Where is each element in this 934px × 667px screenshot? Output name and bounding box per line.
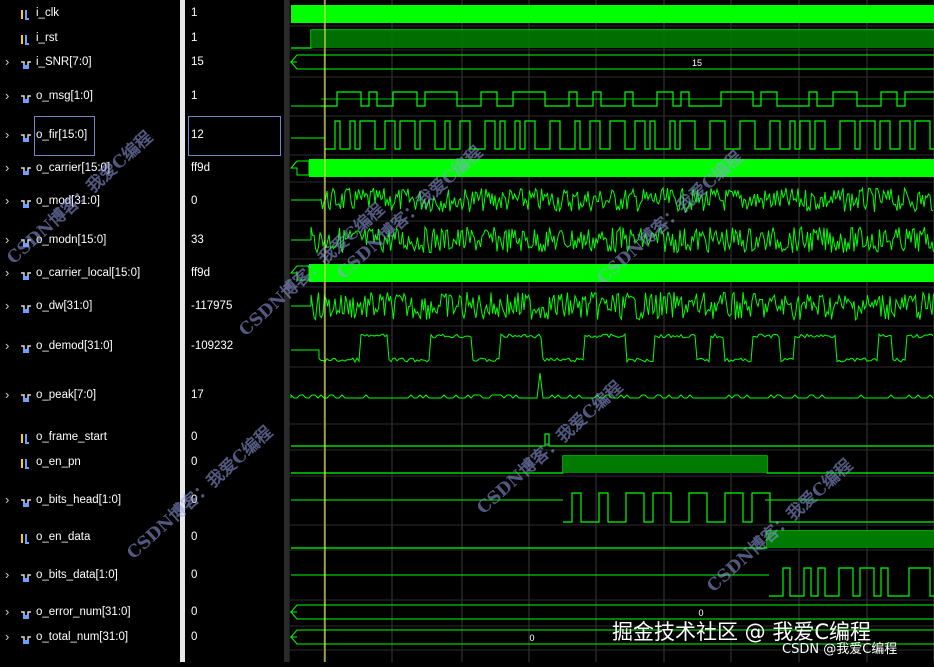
bus-signal-icon	[20, 632, 31, 644]
signal-name-label: o_bits_head[1:0]	[36, 494, 122, 506]
signal-name-label: i_clk	[36, 7, 60, 19]
wave-o_demod	[291, 332, 934, 364]
signal-value: 1	[191, 7, 198, 19]
signal-row-16[interactable]: › o_bits_data[1:0]	[0, 565, 180, 585]
bus-signal-icon	[20, 607, 31, 619]
expand-chevron-icon[interactable]: ›	[5, 263, 9, 283]
bus-signal-icon	[20, 130, 31, 142]
wave-i_SNR	[289, 54, 934, 70]
signal-row-12[interactable]: o_frame_start	[0, 427, 180, 447]
expand-chevron-icon[interactable]: ›	[5, 602, 9, 622]
signal-row-8[interactable]: › o_carrier_local[15:0]	[0, 263, 180, 283]
signal-row-10[interactable]: › o_demod[31:0]	[0, 336, 180, 356]
expand-chevron-icon[interactable]: ›	[5, 490, 9, 510]
signal-row-0[interactable]: i_clk	[0, 3, 180, 23]
signal-name-label: o_carrier_local[15:0]	[36, 267, 141, 279]
signal-name-label: i_SNR[7:0]	[36, 56, 92, 68]
signal-name-label: i_rst	[36, 32, 58, 44]
expand-chevron-icon[interactable]: ›	[5, 627, 9, 647]
bus-signal-icon	[20, 268, 31, 280]
waveform-panel[interactable]: 15 0 0	[288, 0, 934, 662]
bit-signal-icon	[20, 8, 30, 20]
wave-o_carrier	[309, 159, 934, 177]
expand-chevron-icon[interactable]: ›	[5, 336, 9, 356]
signal-value: 0	[191, 531, 198, 543]
signal-value: -109232	[191, 340, 234, 352]
signal-name-label: o_en_data	[36, 531, 91, 543]
bus-signal-icon	[20, 91, 31, 103]
signal-name-label: o_demod[31:0]	[36, 340, 113, 352]
expand-chevron-icon[interactable]: ›	[5, 86, 9, 106]
bus-value-label: 15	[692, 58, 702, 68]
bit-signal-icon	[20, 33, 30, 45]
signal-name-label: o_dw[31:0]	[36, 300, 93, 312]
expand-chevron-icon[interactable]: ›	[5, 52, 9, 72]
signal-value: 33	[191, 234, 204, 246]
wave-o_en_data-fill	[767, 531, 934, 548]
expand-chevron-icon[interactable]: ›	[5, 385, 9, 405]
signal-row-13[interactable]: o_en_pn	[0, 452, 180, 472]
signal-name-label: o_en_pn	[36, 456, 81, 468]
signal-name-label: o_msg[1:0]	[36, 90, 93, 102]
signal-row-3[interactable]: › o_msg[1:0]	[0, 86, 180, 106]
signal-value: 0	[191, 569, 198, 581]
signal-row-11[interactable]: › o_peak[7:0]	[0, 385, 180, 405]
expand-chevron-icon[interactable]: ›	[5, 296, 9, 316]
signal-value: 0	[191, 631, 198, 643]
wave-o_fir	[325, 120, 934, 150]
bus-signal-icon	[20, 57, 31, 69]
signal-row-9[interactable]: › o_dw[31:0]	[0, 296, 180, 316]
signal-value: 0	[191, 195, 198, 207]
signal-value: ff9d	[191, 267, 210, 279]
waveform-canvas[interactable]: 1500	[288, 0, 934, 662]
expand-chevron-icon[interactable]: ›	[5, 191, 9, 211]
signal-name-label: o_total_num[31:0]	[36, 631, 129, 643]
signal-value-panel: 1 1 15 1 12 ff9d 0 33 ff9d -117975 -109232 17 0 0 0 0 0 0…	[185, 0, 284, 662]
bus-signal-icon	[20, 341, 31, 353]
bit-signal-icon	[20, 432, 30, 444]
signal-value: 1	[191, 90, 198, 102]
expand-chevron-icon[interactable]: ›	[5, 125, 9, 145]
bus-value-label: 0	[529, 633, 534, 643]
footer-csdn-watermark: CSDN @我爱C编程	[782, 642, 898, 657]
wave-i_clk	[291, 5, 934, 23]
wave-o_bits_head	[563, 492, 934, 523]
signal-row-1[interactable]: i_rst	[0, 28, 180, 48]
bus-signal-icon	[20, 570, 31, 582]
signal-row-17[interactable]: › o_error_num[31:0]	[0, 602, 180, 622]
wave-o_carrier-init	[289, 160, 310, 176]
bus-signal-icon	[20, 301, 31, 313]
expand-chevron-icon[interactable]: ›	[5, 158, 9, 178]
bus-signal-icon	[20, 163, 31, 175]
name-selection-box	[34, 116, 95, 156]
value-selection-box	[188, 116, 281, 156]
bus-signal-icon	[20, 196, 31, 208]
wave-i_rst-fill	[311, 30, 934, 48]
bit-signal-icon	[20, 457, 30, 469]
bus-signal-icon	[20, 495, 31, 507]
signal-row-14[interactable]: › o_bits_head[1:0]	[0, 490, 180, 510]
signal-value: 1	[191, 32, 198, 44]
signal-row-18[interactable]: › o_total_num[31:0]	[0, 627, 180, 647]
signal-row-2[interactable]: › i_SNR[7:0]	[0, 52, 180, 72]
bus-signal-icon	[20, 390, 31, 402]
signal-name-label: o_bits_data[1:0]	[36, 569, 118, 581]
signal-name-label: o_error_num[31:0]	[36, 606, 131, 618]
bit-signal-icon	[20, 532, 30, 544]
wave-o_dw	[310, 290, 934, 322]
signal-name-panel: i_clk i_rst › i_SNR[7:0] › o_msg[1:0] › o_fir[1…	[0, 0, 180, 662]
signal-value: 0	[191, 606, 198, 618]
expand-chevron-icon[interactable]: ›	[5, 565, 9, 585]
signal-value: 17	[191, 389, 204, 401]
signal-value: ff9d	[191, 162, 210, 174]
signal-value: 15	[191, 56, 204, 68]
signal-name-label: o_peak[7:0]	[36, 389, 97, 401]
wave-o_frame_start	[291, 433, 934, 447]
wave-o_en_pn-fill	[563, 456, 767, 473]
signal-name-label: o_frame_start	[36, 431, 107, 443]
wave-o_bits_data	[769, 567, 934, 597]
